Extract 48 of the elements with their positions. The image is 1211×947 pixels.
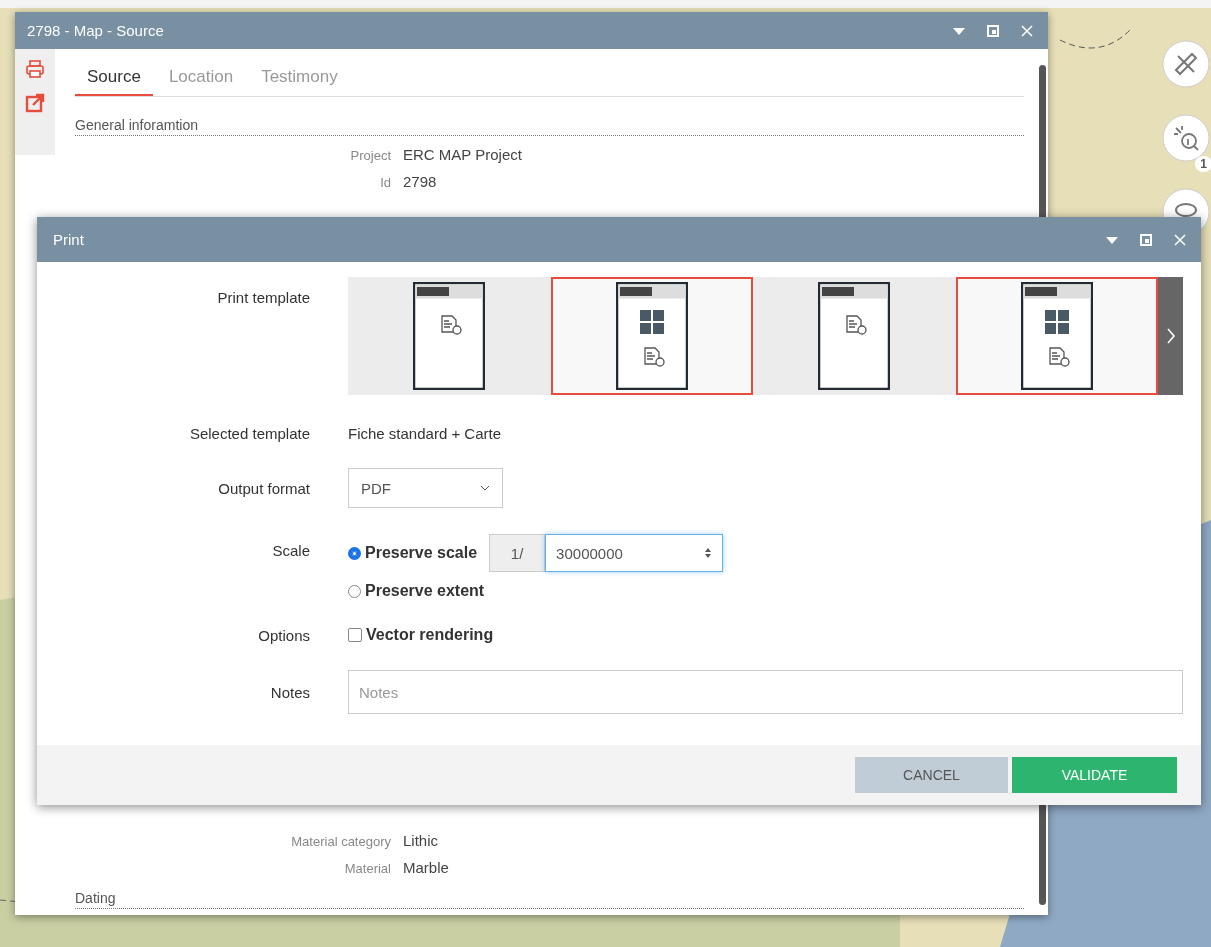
scale-prefix: 1/: [489, 534, 546, 572]
radio-option[interactable]: Preserve scale: [348, 544, 478, 562]
restore-icon[interactable]: [1139, 232, 1153, 247]
format-dropdown[interactable]: PDF: [348, 468, 503, 508]
field-value: Lithic: [403, 832, 439, 849]
close-icon[interactable]: [1020, 23, 1034, 38]
field-label: Options: [257, 626, 310, 644]
form-template-icon: [413, 282, 486, 390]
chevron-right-icon: [1165, 326, 1176, 346]
scale-input[interactable]: 30000000: [545, 534, 724, 572]
radio-button[interactable]: [348, 584, 361, 598]
form-template-icon: [818, 282, 891, 390]
field-label: Print template: [216, 288, 310, 306]
field-value: Marble: [403, 859, 449, 876]
field-label: Id: [379, 175, 391, 190]
external-link-icon[interactable]: [25, 93, 45, 113]
section-heading: General inforamtion: [75, 117, 1024, 136]
checkbox-option[interactable]: Vector rendering: [348, 626, 494, 644]
checkbox[interactable]: [348, 628, 362, 642]
radio-button[interactable]: [348, 546, 361, 560]
cancel-button[interactable]: CANCEL: [855, 757, 1008, 793]
field-value: 2798: [403, 173, 437, 190]
spinner-icon[interactable]: [704, 547, 713, 559]
section-heading: Dating: [75, 890, 1024, 909]
map-template-icon: [1020, 282, 1093, 390]
badge: 1: [1195, 156, 1211, 172]
template-option[interactable]: [955, 277, 1158, 395]
field-label: Selected template: [188, 425, 310, 442]
field-label: Project: [349, 148, 391, 163]
field-value: ERC MAP Project: [403, 146, 522, 163]
ruler-pencil-icon[interactable]: [1162, 40, 1210, 88]
field-label: Scale: [271, 541, 310, 559]
field-label: Output format: [217, 479, 310, 497]
field-label: Material category: [290, 834, 391, 849]
map-template-icon: [615, 282, 688, 390]
template-option[interactable]: [550, 277, 753, 395]
window-title: 2798 - Map - Source: [27, 22, 165, 39]
field-label: Material: [343, 861, 391, 876]
close-icon[interactable]: [1173, 232, 1187, 247]
field-label: Notes: [269, 683, 310, 701]
printer-icon[interactable]: [25, 59, 45, 79]
restore-icon[interactable]: [986, 23, 1000, 38]
chevron-down-icon: [480, 485, 490, 491]
notes-field[interactable]: Notes: [348, 670, 1183, 714]
dialog-title: Print: [53, 231, 85, 248]
selected-template-value: Fiche standard + Carte: [348, 425, 501, 442]
radio-option[interactable]: Preserve extent: [348, 582, 724, 600]
tab[interactable]: Source: [75, 61, 153, 96]
